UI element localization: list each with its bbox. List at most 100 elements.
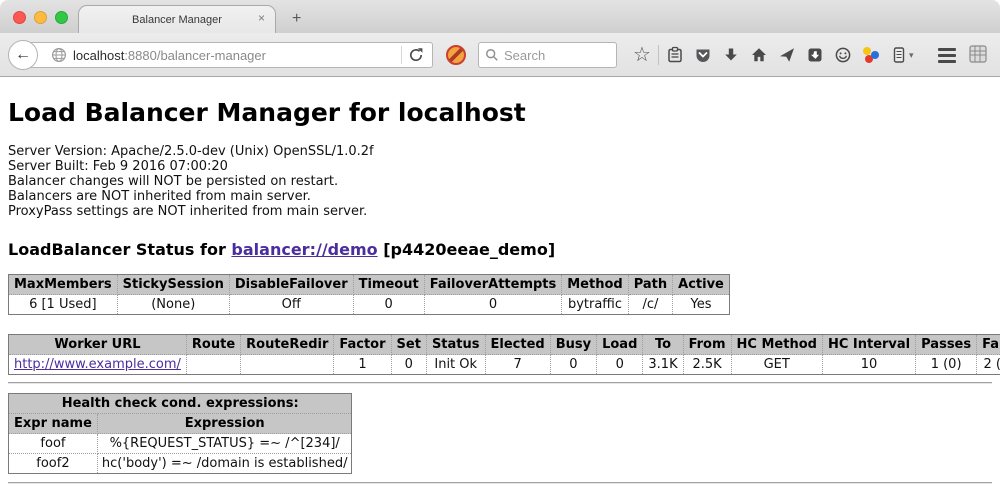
toolbar-icons: ☆: [628, 33, 914, 77]
server-version-line: Server Version: Apache/2.5.0-dev (Unix) …: [8, 144, 992, 159]
balancer-demo-link[interactable]: balancer://demo: [231, 240, 377, 259]
balancer-summary-table: MaxMembers StickySession DisableFailover…: [8, 274, 730, 315]
home-icon[interactable]: [745, 41, 773, 69]
column-header: HC Interval: [822, 335, 915, 355]
column-header: RouteRedir: [241, 335, 334, 355]
url-host: localhost: [73, 48, 124, 63]
navigation-toolbar: ← localhost:8880/balancer-manager: [0, 33, 1000, 77]
expr-name-cell: foof2: [9, 454, 98, 474]
column-header: Path: [628, 275, 672, 295]
globe-icon: [51, 47, 67, 63]
search-bar[interactable]: [478, 42, 617, 68]
content-blocked-icon[interactable]: [446, 45, 466, 65]
bookmark-star-icon[interactable]: ☆: [628, 41, 656, 69]
disablefailover-cell: Off: [229, 295, 353, 315]
new-tab-button[interactable]: +: [286, 9, 307, 29]
reload-icon[interactable]: [408, 47, 424, 63]
failoverattempts-cell: 0: [424, 295, 562, 315]
column-header: Fails: [977, 335, 1000, 355]
url-text[interactable]: localhost:8880/balancer-manager: [73, 48, 395, 63]
passes-cell: 1 (0): [916, 355, 977, 375]
pocket-icon[interactable]: [689, 41, 717, 69]
column-header: Load: [597, 335, 643, 355]
column-header: Route: [186, 335, 240, 355]
column-header: Status: [426, 335, 485, 355]
column-header: Set: [391, 335, 426, 355]
column-header: HC Method: [731, 335, 822, 355]
server-info: Server Version: Apache/2.5.0-dev (Unix) …: [8, 144, 992, 219]
status-cell: Init Ok: [426, 355, 485, 375]
factor-cell: 1: [334, 355, 391, 375]
column-header: To: [643, 335, 683, 355]
menu-button[interactable]: [938, 41, 966, 69]
column-header: FailoverAttempts: [424, 275, 562, 295]
busy-cell: 0: [550, 355, 596, 375]
proxypass-warning-line: ProxyPass settings are NOT inherited fro…: [8, 204, 992, 219]
status-heading-suffix: [p4420eeae_demo]: [378, 240, 556, 259]
url-bar[interactable]: localhost:8880/balancer-manager: [24, 42, 433, 68]
table-row: foof2 hc('body') =~ /domain is establish…: [9, 454, 352, 474]
toolbar-separator: [658, 45, 659, 65]
blue-ball-icon: [871, 51, 879, 59]
worker-table: Worker URL Route RouteRedir Factor Set S…: [8, 334, 1000, 375]
titlebar: Balancer Manager × +: [0, 0, 1000, 33]
routeredir-cell: [241, 355, 334, 375]
column-header: Active: [673, 275, 730, 295]
grid-extension-icon[interactable]: [968, 44, 988, 69]
feedback-smiley-icon[interactable]: [829, 41, 857, 69]
minimize-window-button[interactable]: [34, 11, 47, 24]
hc-interval-cell: 10: [822, 355, 915, 375]
active-cell: Yes: [673, 295, 730, 315]
method-cell: bytraffic: [562, 295, 628, 315]
search-input[interactable]: [504, 48, 610, 63]
tab-close-icon[interactable]: ×: [258, 12, 265, 24]
persist-warning-line: Balancer changes will NOT be persisted o…: [8, 174, 992, 189]
table-header-row: MaxMembers StickySession DisableFailover…: [9, 275, 730, 295]
send-tab-icon[interactable]: [773, 41, 801, 69]
column-header: Worker URL: [9, 335, 187, 355]
fails-cell: 2 (0): [977, 355, 1000, 375]
expression-cell: %{REQUEST_STATUS} =~ /^[234]/: [97, 434, 352, 454]
page-content: Load Balancer Manager for localhost Serv…: [0, 77, 1000, 491]
tab-balancer-manager[interactable]: Balancer Manager ×: [78, 5, 276, 33]
bottom-divider: [8, 482, 992, 484]
stickysession-cell: (None): [117, 295, 229, 315]
expr-name-cell: foof: [9, 434, 98, 454]
column-header: From: [683, 335, 731, 355]
table-row: http://www.example.com/ 1 0 Init Ok 7 0 …: [9, 355, 1000, 375]
column-header: Passes: [916, 335, 977, 355]
chevron-down-icon[interactable]: ▾: [909, 50, 914, 61]
section-divider: [8, 382, 992, 384]
column-header: MaxMembers: [9, 275, 118, 295]
maxmembers-cell: 6 [1 Used]: [9, 295, 118, 315]
worker-url-cell: http://www.example.com/: [9, 355, 187, 375]
table-header-row: Expr name Expression: [9, 414, 352, 434]
worker-url-link[interactable]: http://www.example.com/: [14, 357, 181, 372]
set-cell: 0: [391, 355, 426, 375]
route-cell: [186, 355, 240, 375]
server-built-line: Server Built: Feb 9 2016 07:00:20: [8, 159, 992, 174]
status-heading-prefix: LoadBalancer Status for: [8, 240, 231, 259]
zoom-window-button[interactable]: [55, 11, 68, 24]
column-header: DisableFailover: [229, 275, 353, 295]
downloads-icon[interactable]: [717, 41, 745, 69]
close-window-button[interactable]: [13, 11, 26, 24]
tab-title: Balancer Manager: [132, 14, 222, 26]
window-controls: [13, 11, 68, 24]
table-row: foof %{REQUEST_STATUS} =~ /^[234]/: [9, 434, 352, 454]
bookmarks-list-icon[interactable]: [661, 41, 689, 69]
download-manager-icon[interactable]: [801, 41, 829, 69]
page-title: Load Balancer Manager for localhost: [8, 77, 992, 127]
loadbalancer-status-heading: LoadBalancer Status for balancer://demo …: [8, 240, 992, 259]
expression-cell: hc('body') =~ /domain is established/: [97, 454, 352, 474]
column-header: Method: [562, 275, 628, 295]
health-table-title: Health check cond. expressions:: [9, 394, 352, 414]
column-header: Busy: [550, 335, 596, 355]
health-check-table: Health check cond. expressions: Expr nam…: [8, 393, 352, 474]
column-header: Elected: [485, 335, 550, 355]
elected-cell: 7: [485, 355, 550, 375]
url-path: :8880/balancer-manager: [124, 48, 266, 63]
back-button[interactable]: ←: [8, 40, 38, 70]
path-cell: /c/: [628, 295, 672, 315]
video-downloadhelper-icon[interactable]: [857, 41, 885, 69]
